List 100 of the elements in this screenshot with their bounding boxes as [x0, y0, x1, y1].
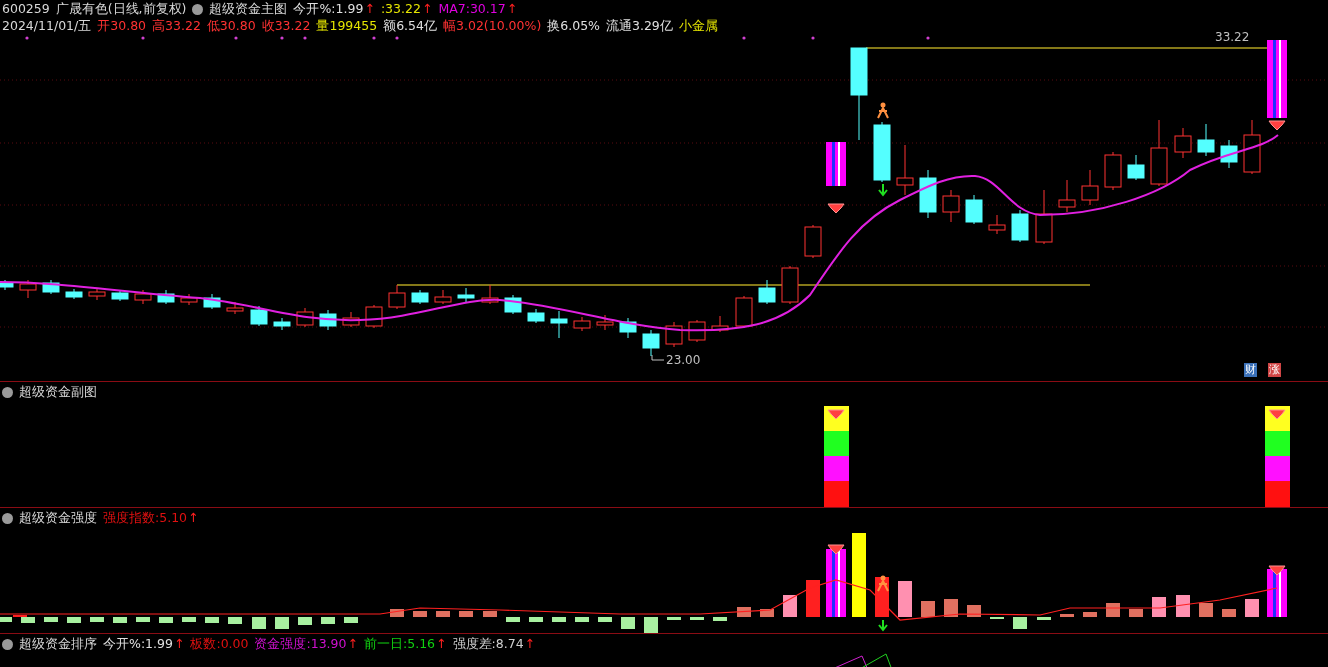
gem-icon: [827, 544, 845, 555]
strength-bar: [898, 581, 912, 617]
candlestick: [550, 310, 568, 339]
candlestick: [1104, 151, 1122, 191]
candlestick: [1058, 179, 1076, 213]
tag-badge: 涨: [1268, 363, 1281, 377]
candlestick: [157, 289, 175, 305]
strength-bar: [806, 580, 820, 617]
candlestick: [180, 293, 198, 306]
strength-bar: [967, 605, 981, 617]
candlestick: [988, 214, 1006, 235]
indicator-value: 换6.05%: [547, 18, 600, 34]
candlestick: [642, 329, 660, 357]
gem-icon: [1268, 120, 1286, 131]
strength-bar: [44, 617, 58, 622]
candlestick: [1220, 139, 1238, 169]
gem-icon: [1268, 565, 1286, 576]
indicator-value: :33.22↑: [380, 1, 433, 17]
indicator-value: 收33.22: [261, 18, 311, 34]
strength-bar: [713, 617, 727, 621]
candlestick: [942, 189, 960, 223]
indicator-value: 幅3.02(10.00%): [443, 18, 542, 34]
candlestick: [296, 307, 314, 328]
date-label: 2024/11/01/五: [2, 18, 92, 34]
marker-dot: [25, 36, 29, 40]
strength-bar: [1176, 595, 1190, 617]
indicator-value: 前一日:5.16↑: [364, 636, 447, 652]
marker-dot: [141, 36, 145, 40]
marker-dot: [234, 36, 238, 40]
candlestick: [1174, 127, 1192, 159]
candlestick: [804, 224, 822, 259]
strength-bar: [506, 617, 520, 622]
strength-bar: [1245, 599, 1259, 617]
candlestick: [1197, 123, 1215, 157]
candlestick: [250, 305, 268, 327]
strength-bar: [113, 617, 127, 623]
down-arrow-icon: [878, 619, 888, 632]
candlestick: [596, 314, 614, 331]
strength-bar: [529, 617, 543, 622]
indicator-value: 额6.54亿: [383, 18, 437, 34]
marker-dot: [926, 36, 930, 40]
indicator-title: 超级资金副图: [19, 384, 97, 400]
price-label: 23.00: [666, 353, 701, 367]
indicator-value: 流通3.29亿: [606, 18, 673, 34]
indicator-value: 强度差:8.74↑: [452, 636, 536, 652]
strength-bar: [667, 617, 681, 620]
candlestick: [919, 169, 937, 219]
candlestick: [0, 279, 14, 291]
strength-bar: [67, 617, 81, 623]
indicator-value: 今开%:1.99↑: [293, 1, 375, 17]
strength-bar: [760, 609, 774, 617]
candlestick: [873, 121, 891, 183]
candlestick: [1243, 119, 1261, 175]
strength-bar: [413, 611, 427, 617]
stock-code: 600259: [2, 1, 50, 17]
strength-bar: [436, 611, 450, 617]
candlestick: [226, 301, 244, 315]
indicator-title: 超级资金强度: [19, 510, 97, 526]
indicator-value: 今开%:1.99↑: [103, 636, 185, 652]
candlestick: [19, 279, 37, 299]
strength-bar: [136, 617, 150, 622]
sector-label: 小金属: [678, 18, 718, 34]
marker-dot: [280, 36, 284, 40]
strength-bar: [644, 617, 658, 633]
candlestick: [711, 315, 729, 333]
indicator-value: 资金强度:13.90↑: [254, 636, 358, 652]
strength-bar: [575, 617, 589, 622]
figure-icon: [877, 575, 889, 592]
candlestick: [1011, 209, 1029, 243]
strength-bar: [252, 617, 266, 629]
candlestick: [88, 287, 106, 301]
strength-bar: [1013, 617, 1027, 629]
gem-icon: [827, 203, 845, 214]
strength-bar: [1152, 597, 1166, 617]
candlestick: [411, 289, 429, 305]
marker-dot: [742, 36, 746, 40]
candlestick: [342, 311, 360, 328]
candlestick: [735, 295, 753, 329]
candlestick: [781, 265, 799, 305]
candlestick: [434, 289, 452, 305]
gem-icon: [1268, 409, 1286, 420]
strength-bar: [90, 617, 104, 622]
candlestick: [758, 279, 776, 305]
candlestick: [896, 144, 914, 196]
strength-bar: [321, 617, 335, 624]
strength-bar: [1199, 603, 1213, 617]
marker-dot: [372, 36, 376, 40]
strength-bar: [737, 607, 751, 617]
candlestick: [619, 317, 637, 339]
strength-bar: [344, 617, 358, 623]
candlestick: [1081, 169, 1099, 206]
candlestick: [273, 317, 291, 331]
indicator-value: MA7:30.17↑: [438, 1, 518, 17]
strength-bar: [390, 609, 404, 617]
strength-bar: [552, 617, 566, 622]
strength-bar: [1060, 614, 1074, 617]
indicator-value: 高33.22: [152, 18, 201, 34]
strength-bar: [483, 611, 497, 617]
tag-badge: 财: [1244, 363, 1257, 377]
strength-bar: [228, 617, 242, 624]
